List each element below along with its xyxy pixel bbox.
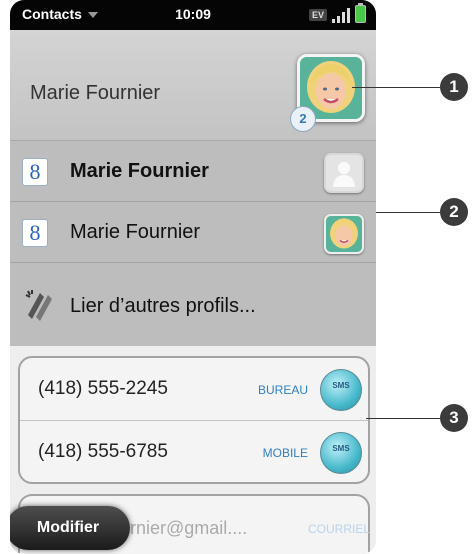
signal-icon <box>332 7 350 23</box>
email-address: urnier@gmail.... <box>120 518 248 538</box>
callout-badge: 3 <box>440 404 468 432</box>
phone-type-label: MOBILE <box>262 446 308 460</box>
callout-badge: 1 <box>440 73 468 101</box>
network-type: EV <box>308 9 327 21</box>
phone-row[interactable]: (418) 555-6785 MOBILE SMS <box>20 420 368 483</box>
callout-line <box>376 212 440 213</box>
link-profiles-icon <box>20 285 60 325</box>
status-icons[interactable]: EV <box>308 3 366 23</box>
google-icon: 8 <box>22 219 48 247</box>
phone-screen: Contacts 10:09 EV Marie Fournier 2 8 Mar… <box>10 0 376 554</box>
sms-label: SMS <box>332 381 350 390</box>
link-profiles-row[interactable]: Lier d’autres profils... <box>10 271 376 341</box>
profile-name: Marie Fournier <box>70 221 201 243</box>
phone-row[interactable]: (418) 555-2245 BUREAU SMS <box>20 358 368 420</box>
google-icon: 8 <box>22 158 48 186</box>
profile-name: Marie Fournier <box>70 160 209 182</box>
sms-button[interactable]: SMS <box>320 432 362 474</box>
phone-number: (418) 555-2245 <box>38 378 168 399</box>
contact-details: (418) 555-2245 BUREAU SMS (418) 555-6785… <box>10 346 376 554</box>
profile-row[interactable]: 8 Marie Fournier <box>10 202 376 263</box>
callout-badge: 2 <box>440 198 468 226</box>
sms-button[interactable]: SMS <box>320 369 362 411</box>
phone-number: (418) 555-6785 <box>38 441 168 462</box>
phone-numbers-group: (418) 555-2245 BUREAU SMS (418) 555-6785… <box>18 356 370 484</box>
profile-row[interactable]: 8 Marie Fournier <box>10 141 376 202</box>
callout-line <box>352 87 440 88</box>
profile-count-badge: 2 <box>290 106 316 132</box>
linked-profiles: 8 Marie Fournier 8 Marie Fournier Lier d… <box>10 141 376 346</box>
profile-avatar <box>324 214 364 254</box>
modify-button[interactable]: Modifier <box>10 506 130 550</box>
contact-header: Marie Fournier 2 <box>10 30 376 141</box>
contact-name: Marie Fournier <box>30 82 161 104</box>
status-bar: Contacts 10:09 EV <box>10 0 376 30</box>
email-type-label: COURRIEL <box>308 522 371 536</box>
phone-type-label: BUREAU <box>257 383 308 397</box>
sms-label: SMS <box>332 444 350 453</box>
link-profiles-label: Lier d’autres profils... <box>70 295 256 317</box>
avatar-placeholder-icon <box>324 153 364 193</box>
callout-line <box>366 418 440 419</box>
battery-icon <box>355 3 366 23</box>
